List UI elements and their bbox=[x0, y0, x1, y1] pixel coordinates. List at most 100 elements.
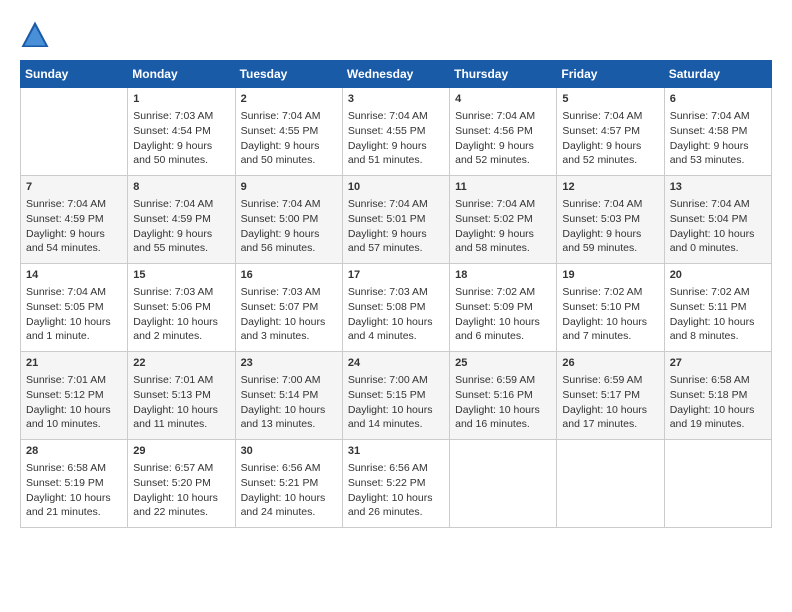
calendar-cell: 12Sunrise: 7:04 AMSunset: 5:03 PMDayligh… bbox=[557, 176, 664, 264]
cell-content: Sunrise: 7:04 AM bbox=[348, 109, 444, 124]
cell-content: Sunrise: 7:00 AM bbox=[241, 373, 337, 388]
cell-content: Daylight: 10 hours bbox=[241, 403, 337, 418]
day-number: 28 bbox=[26, 444, 122, 459]
cell-content: and 8 minutes. bbox=[670, 329, 766, 344]
calendar-cell: 4Sunrise: 7:04 AMSunset: 4:56 PMDaylight… bbox=[450, 88, 557, 176]
calendar-cell: 2Sunrise: 7:04 AMSunset: 4:55 PMDaylight… bbox=[235, 88, 342, 176]
cell-content: Sunrise: 7:03 AM bbox=[348, 285, 444, 300]
cell-content: Sunrise: 7:00 AM bbox=[348, 373, 444, 388]
cell-content: and 2 minutes. bbox=[133, 329, 229, 344]
calendar-cell: 27Sunrise: 6:58 AMSunset: 5:18 PMDayligh… bbox=[664, 352, 771, 440]
cell-content: Daylight: 10 hours bbox=[562, 315, 658, 330]
day-number: 16 bbox=[241, 268, 337, 283]
calendar-cell bbox=[450, 440, 557, 528]
calendar-cell: 29Sunrise: 6:57 AMSunset: 5:20 PMDayligh… bbox=[128, 440, 235, 528]
calendar-cell bbox=[21, 88, 128, 176]
cell-content: Daylight: 10 hours bbox=[26, 403, 122, 418]
cell-content: Daylight: 9 hours bbox=[133, 227, 229, 242]
cell-content: Sunrise: 7:04 AM bbox=[26, 285, 122, 300]
cell-content: and 56 minutes. bbox=[241, 241, 337, 256]
cell-content: and 14 minutes. bbox=[348, 417, 444, 432]
cell-content: Sunset: 5:02 PM bbox=[455, 212, 551, 227]
cell-content: Sunrise: 7:02 AM bbox=[455, 285, 551, 300]
cell-content: Sunrise: 6:57 AM bbox=[133, 461, 229, 476]
cell-content: Sunrise: 7:04 AM bbox=[241, 109, 337, 124]
cell-content: and 58 minutes. bbox=[455, 241, 551, 256]
cell-content: Sunset: 5:14 PM bbox=[241, 388, 337, 403]
cell-content: Daylight: 10 hours bbox=[348, 403, 444, 418]
cell-content: and 16 minutes. bbox=[455, 417, 551, 432]
cell-content: and 0 minutes. bbox=[670, 241, 766, 256]
calendar-week-row: 28Sunrise: 6:58 AMSunset: 5:19 PMDayligh… bbox=[21, 440, 772, 528]
day-number: 7 bbox=[26, 180, 122, 195]
cell-content: Daylight: 10 hours bbox=[26, 491, 122, 506]
cell-content: Sunset: 5:09 PM bbox=[455, 300, 551, 315]
cell-content: Daylight: 9 hours bbox=[562, 227, 658, 242]
cell-content: Sunset: 4:59 PM bbox=[26, 212, 122, 227]
calendar-cell: 19Sunrise: 7:02 AMSunset: 5:10 PMDayligh… bbox=[557, 264, 664, 352]
day-number: 31 bbox=[348, 444, 444, 459]
cell-content: and 59 minutes. bbox=[562, 241, 658, 256]
column-header-friday: Friday bbox=[557, 61, 664, 88]
cell-content: Sunrise: 6:58 AM bbox=[670, 373, 766, 388]
cell-content: Sunrise: 7:02 AM bbox=[670, 285, 766, 300]
cell-content: Sunrise: 7:04 AM bbox=[562, 109, 658, 124]
cell-content: Sunset: 5:13 PM bbox=[133, 388, 229, 403]
cell-content: Sunset: 5:18 PM bbox=[670, 388, 766, 403]
cell-content: Sunset: 5:15 PM bbox=[348, 388, 444, 403]
calendar-week-row: 7Sunrise: 7:04 AMSunset: 4:59 PMDaylight… bbox=[21, 176, 772, 264]
cell-content: Sunset: 5:08 PM bbox=[348, 300, 444, 315]
day-number: 4 bbox=[455, 92, 551, 107]
cell-content: and 50 minutes. bbox=[241, 153, 337, 168]
cell-content: Sunrise: 7:04 AM bbox=[670, 197, 766, 212]
cell-content: and 3 minutes. bbox=[241, 329, 337, 344]
cell-content: Sunset: 4:55 PM bbox=[241, 124, 337, 139]
cell-content: Sunset: 5:19 PM bbox=[26, 476, 122, 491]
cell-content: Sunrise: 6:58 AM bbox=[26, 461, 122, 476]
day-number: 10 bbox=[348, 180, 444, 195]
logo bbox=[20, 20, 52, 50]
cell-content: Sunset: 5:16 PM bbox=[455, 388, 551, 403]
cell-content: Sunrise: 7:04 AM bbox=[348, 197, 444, 212]
day-number: 25 bbox=[455, 356, 551, 371]
calendar-table: SundayMondayTuesdayWednesdayThursdayFrid… bbox=[20, 60, 772, 528]
day-number: 9 bbox=[241, 180, 337, 195]
cell-content: Sunset: 4:59 PM bbox=[133, 212, 229, 227]
cell-content: Daylight: 10 hours bbox=[241, 315, 337, 330]
cell-content: and 1 minute. bbox=[26, 329, 122, 344]
cell-content: Sunset: 5:17 PM bbox=[562, 388, 658, 403]
calendar-cell: 6Sunrise: 7:04 AMSunset: 4:58 PMDaylight… bbox=[664, 88, 771, 176]
cell-content: Daylight: 10 hours bbox=[133, 403, 229, 418]
cell-content: Daylight: 10 hours bbox=[670, 315, 766, 330]
cell-content: Daylight: 9 hours bbox=[26, 227, 122, 242]
day-number: 3 bbox=[348, 92, 444, 107]
column-header-wednesday: Wednesday bbox=[342, 61, 449, 88]
calendar-week-row: 14Sunrise: 7:04 AMSunset: 5:05 PMDayligh… bbox=[21, 264, 772, 352]
day-number: 19 bbox=[562, 268, 658, 283]
calendar-cell: 20Sunrise: 7:02 AMSunset: 5:11 PMDayligh… bbox=[664, 264, 771, 352]
calendar-cell: 31Sunrise: 6:56 AMSunset: 5:22 PMDayligh… bbox=[342, 440, 449, 528]
cell-content: Sunrise: 6:56 AM bbox=[348, 461, 444, 476]
cell-content: and 13 minutes. bbox=[241, 417, 337, 432]
calendar-cell: 7 Sunrise: 7:04 AMSunset: 4:59 PMDaylight… bbox=[21, 176, 128, 264]
cell-content: Daylight: 9 hours bbox=[133, 139, 229, 154]
cell-content: Sunrise: 7:04 AM bbox=[26, 197, 122, 212]
cell-content: Sunset: 5:01 PM bbox=[348, 212, 444, 227]
day-number: 5 bbox=[562, 92, 658, 107]
cell-content: Sunset: 5:21 PM bbox=[241, 476, 337, 491]
cell-content: and 4 minutes. bbox=[348, 329, 444, 344]
day-number: 14 bbox=[26, 268, 122, 283]
day-number: 6 bbox=[670, 92, 766, 107]
day-number: 11 bbox=[455, 180, 551, 195]
calendar-cell bbox=[557, 440, 664, 528]
day-number: 22 bbox=[133, 356, 229, 371]
calendar-cell: 13Sunrise: 7:04 AMSunset: 5:04 PMDayligh… bbox=[664, 176, 771, 264]
calendar-cell: 3Sunrise: 7:04 AMSunset: 4:55 PMDaylight… bbox=[342, 88, 449, 176]
cell-content: and 50 minutes. bbox=[133, 153, 229, 168]
column-header-sunday: Sunday bbox=[21, 61, 128, 88]
cell-content: and 21 minutes. bbox=[26, 505, 122, 520]
cell-content: and 19 minutes. bbox=[670, 417, 766, 432]
cell-content: Sunrise: 7:04 AM bbox=[455, 109, 551, 124]
cell-content: Sunset: 5:22 PM bbox=[348, 476, 444, 491]
cell-content: Daylight: 10 hours bbox=[241, 491, 337, 506]
